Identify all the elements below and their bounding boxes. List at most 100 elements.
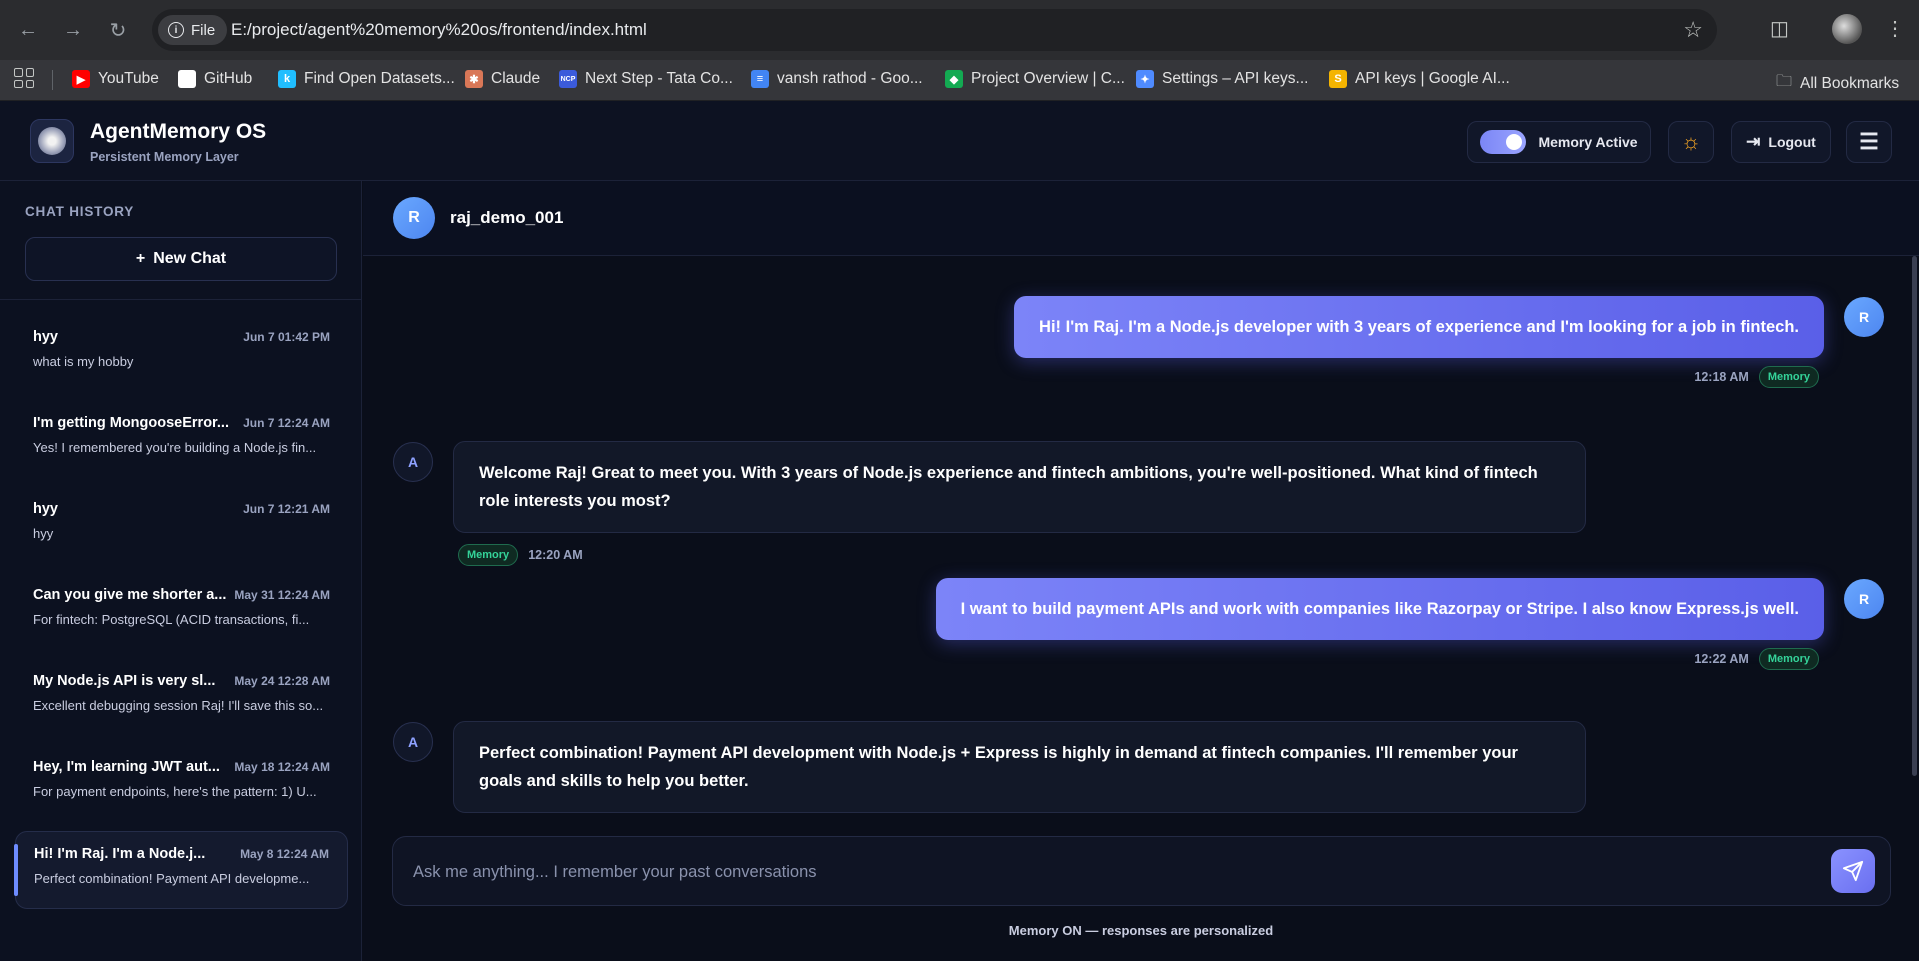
bookmark-item[interactable]: ≡ vansh rathod - Goo...	[751, 70, 923, 88]
message-meta: 12:18 AM Memory	[1694, 366, 1819, 388]
app-root: AgentMemory OS Persistent Memory Layer M…	[0, 101, 1919, 961]
bookmark-label: Project Overview | C...	[971, 70, 1125, 87]
menu-icon: ☰	[1859, 129, 1879, 154]
memory-status-footnote: Memory ON — responses are personalized	[1008, 923, 1274, 938]
history-item-preview: Perfect combination! Payment API develop…	[34, 871, 310, 886]
logout-icon: ⇥	[1746, 132, 1761, 151]
theme-toggle-button[interactable]: ☼	[1668, 121, 1714, 163]
bookmark-label: vansh rathod - Goo...	[777, 70, 923, 87]
history-item-date: Jun 7 12:21 AM	[243, 502, 330, 516]
bookmark-item[interactable]: S API keys | Google AI...	[1329, 70, 1510, 88]
user-name: raj_demo_001	[450, 208, 564, 227]
address-bar[interactable]: i File E:/project/agent%20memory%20os/fr…	[152, 9, 1717, 51]
claude-icon: ✱	[465, 70, 483, 88]
chat-history-sidebar: CHAT HISTORY + New Chat hyy Jun 7 01:42 P…	[0, 181, 362, 961]
profile-avatar[interactable]	[1832, 14, 1862, 44]
history-item-title: hyy	[33, 501, 58, 517]
assistant-message-bubble: Perfect combination! Payment API develop…	[453, 721, 1586, 813]
new-chat-button[interactable]: + New Chat	[25, 237, 337, 281]
history-item-title: hyy	[33, 329, 58, 345]
sidebar-divider	[0, 299, 362, 300]
app-title: AgentMemory OS	[90, 120, 267, 143]
message-time: 12:20 AM	[528, 548, 583, 562]
bookmark-item[interactable]: ◆ Project Overview | C...	[945, 70, 1125, 88]
assistant-avatar: A	[393, 722, 433, 762]
user-message-bubble: Hi! I'm Raj. I'm a Node.js developer wit…	[1014, 296, 1824, 358]
toggle-switch[interactable]	[1480, 130, 1527, 154]
extensions-icon[interactable]: ◫	[1770, 16, 1789, 41]
bookmark-separator	[52, 70, 53, 90]
memory-badge: Memory	[458, 544, 519, 566]
new-chat-label: New Chat	[153, 250, 227, 267]
history-item-preview: Yes! I remembered you're building a Node…	[33, 440, 317, 455]
bookmark-label: Find Open Datasets...	[304, 70, 455, 87]
reload-icon[interactable]: ↻	[102, 14, 134, 46]
brain-logo-icon	[30, 119, 74, 163]
back-icon[interactable]: ←	[12, 14, 44, 46]
message-time: 12:18 AM	[1694, 370, 1749, 384]
site-info-chip[interactable]: i File	[158, 15, 228, 45]
assistant-avatar: A	[393, 442, 433, 482]
bookmark-item[interactable]: ✱ Claude	[465, 70, 540, 88]
chat-input[interactable]	[413, 857, 1793, 887]
browser-chrome: ← → ↻ i File E:/project/agent%20memory%2…	[0, 0, 1919, 101]
info-icon: i	[168, 22, 184, 38]
chat-header: R raj_demo_001	[363, 181, 1919, 256]
history-item-date: May 24 12:28 AM	[234, 674, 330, 688]
kaggle-icon: k	[278, 70, 296, 88]
bookmark-label: Next Step - Tata Co...	[585, 70, 733, 87]
bookmark-label: GitHub	[204, 70, 253, 87]
logout-button[interactable]: ⇥ Logout	[1731, 121, 1831, 163]
memory-toggle-label: Memory Active	[1538, 134, 1638, 150]
chat-history-item[interactable]: Hey, I'm learning JWT aut... May 18 12:24…	[15, 745, 348, 823]
mongodb-icon: ◆	[945, 70, 963, 88]
folder-icon: 🗀	[1776, 73, 1793, 90]
ncp-icon: NCP	[559, 70, 577, 88]
messages-scrollbar[interactable]	[1912, 256, 1917, 776]
history-item-date: May 31 12:24 AM	[234, 588, 330, 602]
chat-input-container	[392, 836, 1891, 906]
bookmark-item[interactable]: NCP Next Step - Tata Co...	[559, 70, 733, 88]
chat-history-item[interactable]: I'm getting MongooseError... Jun 7 12:24 …	[15, 401, 348, 479]
youtube-icon: ▶	[72, 70, 90, 88]
bookmark-item[interactable]: ✦ Settings – API keys...	[1136, 70, 1308, 88]
memory-toggle[interactable]: Memory Active	[1467, 121, 1651, 163]
bookmark-label: YouTube	[98, 70, 159, 87]
bookmark-item[interactable]: ● GitHub	[178, 70, 252, 88]
chat-history-item[interactable]: hyy Jun 7 12:21 AM hyy	[15, 487, 348, 565]
hamburger-menu-button[interactable]: ☰	[1846, 121, 1892, 163]
memory-badge: Memory	[1758, 648, 1819, 670]
sun-icon: ☼	[1680, 129, 1702, 154]
apps-grid-icon[interactable]	[14, 68, 34, 88]
send-icon	[1842, 860, 1864, 882]
history-item-preview: Excellent debugging session Raj! I'll sa…	[33, 698, 324, 713]
plus-icon: +	[135, 250, 146, 267]
bookmark-item[interactable]: k Find Open Datasets...	[278, 70, 455, 88]
url-text[interactable]: E:/project/agent%20memory%20os/frontend/…	[231, 20, 647, 40]
history-item-date: Jun 7 12:24 AM	[243, 416, 330, 430]
chat-history-item[interactable]: My Node.js API is very sl... May 24 12:28…	[15, 659, 348, 737]
history-item-preview: hyy	[33, 526, 54, 541]
more-menu-icon[interactable]: ⋮	[1885, 16, 1905, 41]
chat-history-item[interactable]: Can you give me shorter a... May 31 12:24…	[15, 573, 348, 651]
bookmark-label: Claude	[491, 70, 541, 87]
send-button[interactable]	[1831, 849, 1875, 893]
forward-icon[interactable]: →	[57, 14, 89, 46]
user-message-avatar: R	[1844, 297, 1884, 337]
assistant-message-bubble: Welcome Raj! Great to meet you. With 3 y…	[453, 441, 1586, 533]
chat-history-item[interactable]: Hi! I'm Raj. I'm a Node.j... May 8 12:24 …	[14, 831, 348, 909]
site-chip-label: File	[191, 21, 216, 39]
all-bookmarks-button[interactable]: 🗀 All Bookmarks	[1776, 70, 1899, 97]
bookmark-star-icon[interactable]: ☆	[1683, 17, 1703, 43]
history-item-preview: For payment endpoints, here's the patter…	[33, 784, 317, 799]
message-list[interactable]: R Hi! I'm Raj. I'm a Node.js developer wi…	[363, 256, 1919, 816]
bookmark-item[interactable]: ▶ YouTube	[72, 70, 159, 88]
history-item-title: I'm getting MongooseError...	[33, 415, 229, 431]
app-subtitle: Persistent Memory Layer	[90, 150, 239, 164]
chat-history-item[interactable]: hyy Jun 7 01:42 PM what is my hobby	[15, 315, 348, 393]
history-item-title: Can you give me shorter a...	[33, 587, 227, 603]
history-item-title: Hi! I'm Raj. I'm a Node.j...	[34, 846, 206, 862]
user-message-bubble: I want to build payment APIs and work wi…	[935, 578, 1824, 640]
history-item-preview: what is my hobby	[33, 354, 134, 369]
history-item-date: May 8 12:24 AM	[240, 847, 329, 861]
